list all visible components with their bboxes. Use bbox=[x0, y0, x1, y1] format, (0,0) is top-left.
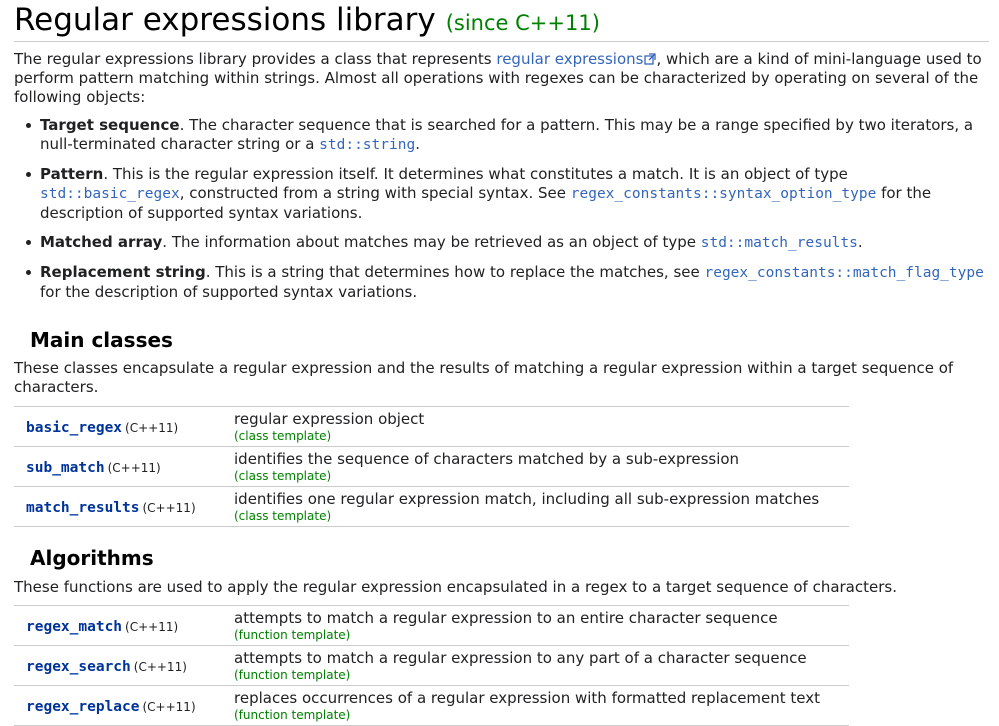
page-title: Regular expressions library bbox=[14, 2, 436, 38]
bullet-icon bbox=[26, 240, 31, 245]
sub-match-link[interactable]: sub_match bbox=[26, 460, 105, 476]
list-item: Pattern. This is the regular expression … bbox=[22, 165, 984, 223]
algorithms-table: regex_match (C++11) attempts to match a r… bbox=[14, 605, 849, 726]
syntax-option-type-link[interactable]: regex_constants::syntax_option_type bbox=[571, 186, 877, 202]
table-row: regex_match (C++11) attempts to match a r… bbox=[14, 605, 849, 646]
bullet-icon bbox=[26, 123, 31, 128]
list-item: Replacement string. This is a string tha… bbox=[22, 263, 984, 302]
list-item: Target sequence. The character sequence … bbox=[22, 116, 984, 155]
main-classes-description: These classes encapsulate a regular expr… bbox=[14, 359, 954, 396]
regex-match-link[interactable]: regex_match bbox=[26, 619, 122, 635]
list-item: Matched array. The information about mat… bbox=[22, 233, 984, 253]
regex-search-link[interactable]: regex_search bbox=[26, 659, 131, 675]
main-classes-table: basic_regex (C++11) regular expression ob… bbox=[14, 406, 849, 527]
regex-replace-link[interactable]: regex_replace bbox=[26, 699, 140, 715]
table-row: basic_regex (C++11) regular expression ob… bbox=[14, 406, 849, 447]
page-header: Regular expressions library (since C++11) bbox=[14, 0, 989, 42]
table-row: match_results (C++11) identifies one regu… bbox=[14, 486, 849, 527]
basic-regex-link[interactable]: basic_regex bbox=[26, 420, 122, 436]
algorithms-description: These functions are used to apply the re… bbox=[14, 578, 897, 596]
regular-expressions-link[interactable]: regular expressions bbox=[496, 50, 643, 68]
table-row: regex_search (C++11) attempts to match a … bbox=[14, 645, 849, 686]
bullet-icon bbox=[26, 172, 31, 177]
bullet-icon bbox=[26, 270, 31, 275]
algorithms-heading: Algorithms bbox=[30, 546, 154, 570]
match-flag-type-link[interactable]: regex_constants::match_flag_type bbox=[704, 265, 983, 281]
std-match-results-link[interactable]: std::match_results bbox=[701, 235, 858, 251]
match-results-link[interactable]: match_results bbox=[26, 500, 140, 516]
objects-list: Target sequence. The character sequence … bbox=[22, 116, 984, 312]
main-classes-heading: Main classes bbox=[30, 328, 173, 352]
table-row: regex_replace (C++11) replaces occurrence… bbox=[14, 685, 849, 726]
intro-paragraph: The regular expressions library provides… bbox=[14, 50, 982, 106]
external-link-icon bbox=[644, 53, 657, 65]
std-basic-regex-link[interactable]: std::basic_regex bbox=[40, 186, 180, 202]
since-badge: (since C++11) bbox=[445, 11, 600, 35]
table-row: sub_match (C++11) identifies the sequence… bbox=[14, 446, 849, 487]
std-string-link[interactable]: std::string bbox=[319, 137, 415, 153]
